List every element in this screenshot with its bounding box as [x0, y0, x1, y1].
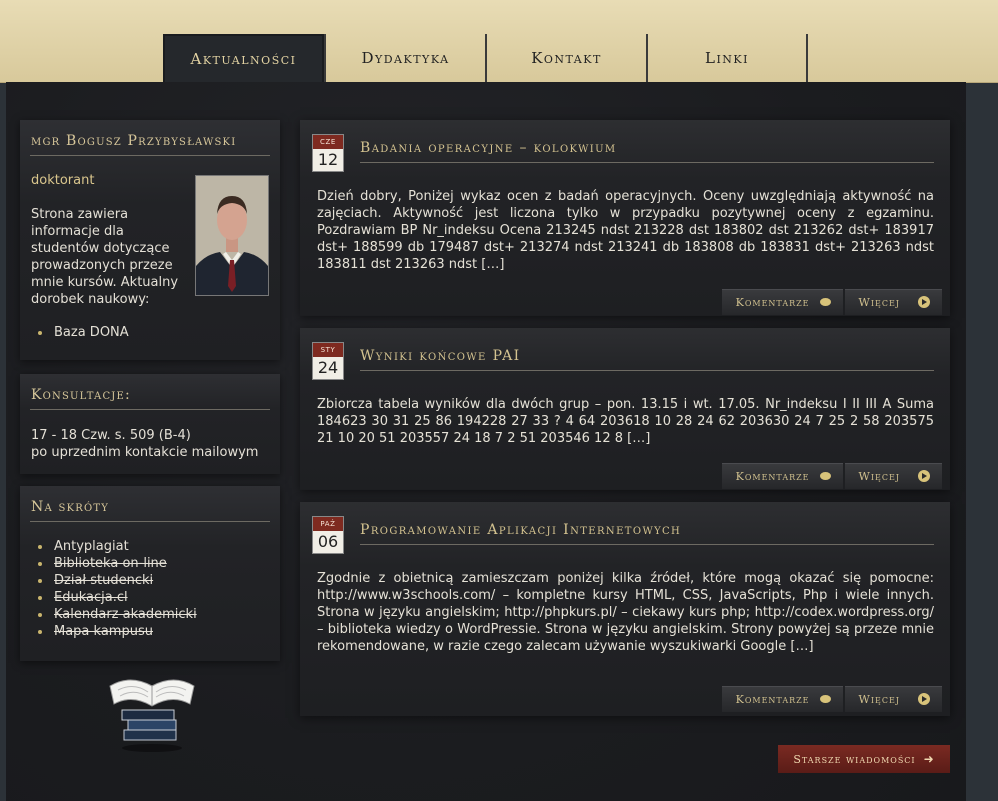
older-label: Starsze wiadomości [793, 752, 916, 766]
shortcut-antyplagiat[interactable]: Antyplagiat [38, 538, 197, 555]
main-area: mgr Bogusz Przybysławski doktorant Stron… [6, 82, 966, 801]
post-1: CZE 12 Badania operacyjne – kolokwium Dz… [300, 120, 950, 316]
post-2-title[interactable]: Wyniki końcowe PAI [360, 348, 934, 371]
post-1-title[interactable]: Badania operacyjne – kolokwium [360, 140, 934, 163]
comment-bubble-icon [819, 695, 831, 703]
post-1-comments-button[interactable]: Komentarze [721, 289, 843, 315]
post-2-date: STY 24 [312, 342, 344, 380]
main-nav: Aktualności Dydaktyka Kontakt Linki [163, 34, 808, 82]
post-3-day: 06 [317, 532, 339, 551]
arrow-right-icon [918, 296, 930, 308]
shortcuts-box: Na skróty Antyplagiat Biblioteka on-line… [20, 486, 280, 661]
profile-links: Baza DONA [20, 324, 129, 341]
profile-box: mgr Bogusz Przybysławski doktorant Stron… [20, 120, 280, 360]
more-label: Więcej [858, 692, 900, 706]
consult-box: Konsultacje: 17 - 18 Czw. s. 509 (B-4) p… [20, 374, 280, 474]
post-2-day: 24 [317, 358, 339, 377]
shortcut-edukacja[interactable]: Edukacja.cl [38, 589, 197, 606]
profile-title: mgr Bogusz Przybysławski [30, 120, 270, 156]
nav-linki[interactable]: Linki [646, 34, 808, 82]
older-posts-button[interactable]: Starsze wiadomości ➜ [778, 745, 950, 773]
consult-note: po uprzednim kontakcie mailowym [31, 445, 259, 460]
post-3-date: PAŹ 06 [312, 516, 344, 554]
post-1-actions: Komentarze Więcej [720, 289, 942, 315]
arrow-right-icon [918, 693, 930, 705]
comment-bubble-icon [819, 298, 831, 306]
post-3-body: Zgodnie z obietnicą zamieszczam poniżej … [317, 571, 934, 654]
more-label: Więcej [858, 469, 900, 483]
shortcut-biblioteka[interactable]: Biblioteka on-line [38, 555, 197, 572]
post-3: PAŹ 06 Programowanie Aplikacji Interneto… [300, 502, 950, 716]
post-2-comments-button[interactable]: Komentarze [721, 463, 843, 489]
arrow-right-icon: ➜ [923, 752, 935, 766]
post-3-more-button[interactable]: Więcej [844, 686, 942, 712]
profile-role: doktorant [31, 173, 95, 188]
consult-hours: 17 - 18 Czw. s. 509 (B-4) [31, 428, 191, 443]
post-1-day: 12 [317, 150, 339, 169]
nav-dydaktyka[interactable]: Dydaktyka [324, 34, 485, 82]
comments-label: Komentarze [735, 692, 810, 706]
post-2-more-button[interactable]: Więcej [844, 463, 942, 489]
post-1-month: CZE [313, 135, 343, 149]
comments-label: Komentarze [735, 469, 810, 483]
shortcut-kalendarz[interactable]: Kalendarz akademicki [38, 606, 197, 623]
nav-kontakt[interactable]: Kontakt [485, 34, 646, 82]
post-1-date: CZE 12 [312, 134, 344, 172]
nav-aktualnosci[interactable]: Aktualności [163, 34, 324, 82]
books-icon [106, 664, 198, 752]
profile-description: Strona zawiera informacje dla studentów … [31, 207, 179, 307]
post-3-title[interactable]: Programowanie Aplikacji Internetowych [360, 522, 934, 545]
post-2: STY 24 Wyniki końcowe PAI Zbiorcza tabel… [300, 328, 950, 490]
post-2-month: STY [313, 343, 343, 357]
post-2-actions: Komentarze Więcej [720, 463, 942, 489]
consult-title: Konsultacje: [30, 374, 270, 410]
post-2-body: Zbiorcza tabela wyników dla dwóch grup –… [317, 397, 934, 446]
shortcut-dzial-studencki[interactable]: Dział studencki [38, 572, 197, 589]
shortcut-mapa[interactable]: Mapa kampusu [38, 623, 197, 640]
shortcuts-title: Na skróty [30, 486, 270, 522]
shortcuts-list: Antyplagiat Biblioteka on-line Dział stu… [20, 538, 197, 640]
more-label: Więcej [858, 295, 900, 309]
post-1-body: Dzień dobry, Poniżej wykaz ocen z badań … [317, 189, 934, 272]
post-3-month: PAŹ [313, 517, 343, 531]
post-1-more-button[interactable]: Więcej [844, 289, 942, 315]
link-baza-dona[interactable]: Baza DONA [38, 324, 129, 341]
comment-bubble-icon [819, 472, 831, 480]
profile-photo [195, 175, 269, 296]
arrow-right-icon [918, 470, 930, 482]
post-3-actions: Komentarze Więcej [720, 686, 942, 712]
post-3-comments-button[interactable]: Komentarze [721, 686, 843, 712]
comments-label: Komentarze [735, 295, 810, 309]
